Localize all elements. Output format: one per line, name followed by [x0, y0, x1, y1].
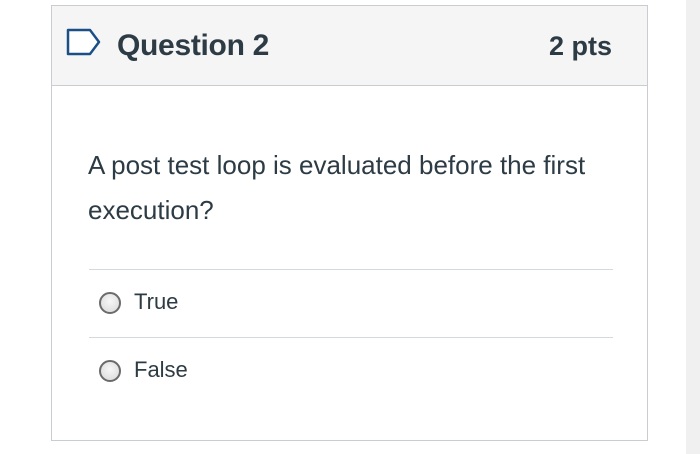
answer-option-false[interactable]: False — [89, 337, 613, 405]
answer-label[interactable]: True — [134, 288, 178, 316]
question-card: Question 2 2 pts A post test loop is eva… — [51, 5, 648, 441]
page-scrollbar[interactable] — [686, 0, 700, 454]
question-text: A post test loop is evaluated before the… — [88, 150, 586, 225]
bookmark-flag-icon[interactable] — [66, 28, 102, 56]
radio-button[interactable] — [99, 292, 121, 314]
radio-button[interactable] — [99, 360, 121, 382]
answer-list: True False — [89, 269, 613, 405]
answer-label[interactable]: False — [134, 356, 188, 384]
answer-option-true[interactable]: True — [89, 269, 613, 337]
question-title: Question 2 — [117, 29, 270, 62]
question-points: 2 pts — [548, 31, 612, 61]
question-header: Question 2 2 pts — [52, 6, 647, 86]
